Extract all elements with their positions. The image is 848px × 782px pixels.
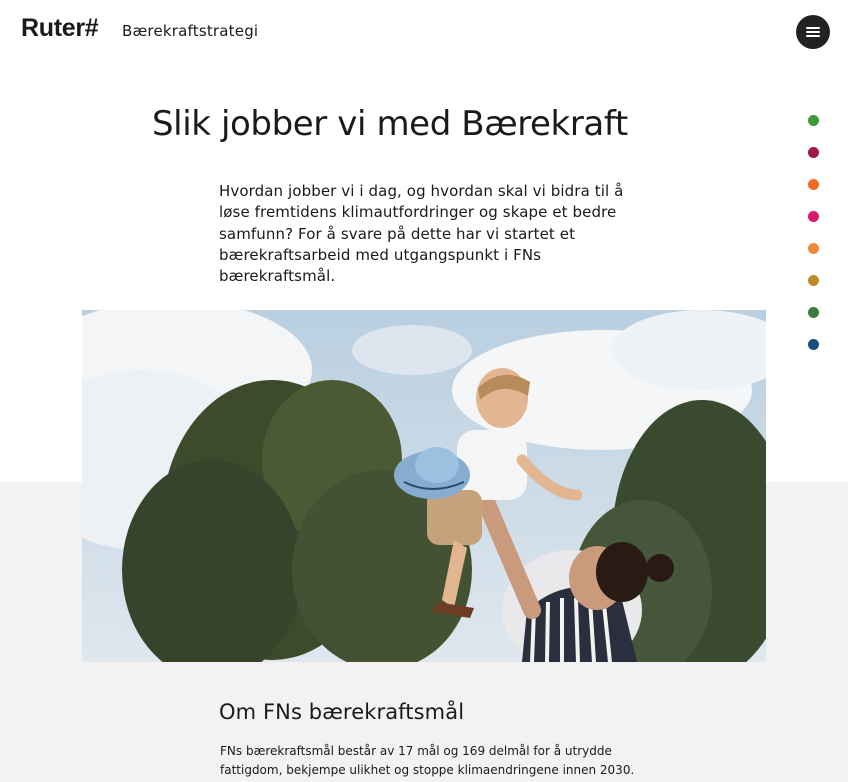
menu-button[interactable] <box>796 15 830 49</box>
section-dot-7[interactable] <box>808 307 819 318</box>
intro-text: Hvordan jobber vi i dag, og hvordan skal… <box>219 182 624 286</box>
hero-image <box>82 310 766 662</box>
section-dot-2[interactable] <box>808 147 819 158</box>
section-dot-navigation <box>808 115 820 355</box>
section-dot-1[interactable] <box>808 115 819 126</box>
ruter-logo[interactable]: Ruter# <box>21 14 99 43</box>
section-dot-8[interactable] <box>808 339 819 350</box>
section-dot-5[interactable] <box>808 243 819 254</box>
section-dot-4[interactable] <box>808 211 819 222</box>
section-dot-6[interactable] <box>808 275 819 286</box>
section-heading: Om FNs bærekraftsmål <box>219 700 465 724</box>
section-body: FNs bærekraftsmål består av 17 mål og 16… <box>220 744 635 777</box>
section-dot-3[interactable] <box>808 179 819 190</box>
site-title[interactable]: Bærekraftstrategi <box>122 22 258 40</box>
page-title: Slik jobber vi med Bærekraft <box>152 104 628 144</box>
